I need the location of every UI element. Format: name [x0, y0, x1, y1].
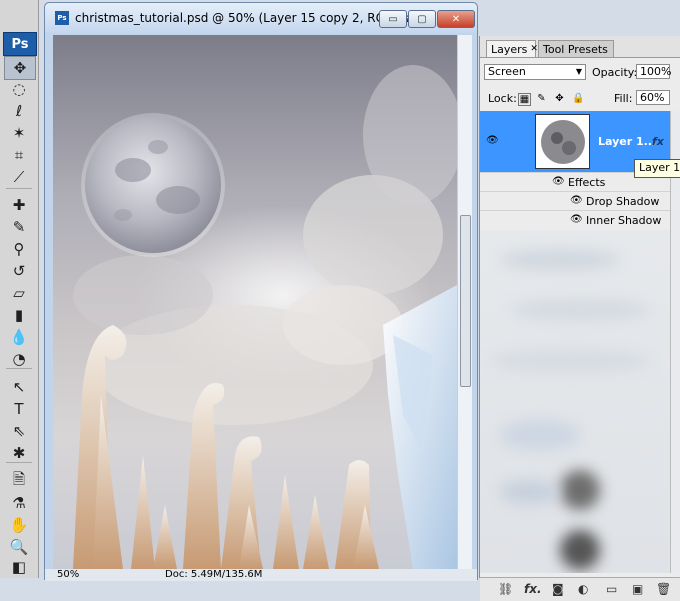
lasso-tool[interactable]: ℓ [4, 100, 34, 122]
document-info[interactable]: Doc: 5.49M/135.6M [165, 569, 262, 580]
add-mask-icon[interactable]: ◙ [552, 582, 564, 596]
blur-tool[interactable]: 💧 [4, 326, 34, 348]
close-icon[interactable]: ✕ [530, 44, 538, 54]
status-bar: 50% Doc: 5.49M/135.6M [45, 569, 477, 581]
notes-tool[interactable]: 🗎 [4, 470, 34, 492]
brush-tool[interactable]: ✎ [4, 216, 34, 238]
new-layer-icon[interactable]: ▣ [632, 582, 643, 596]
type-tool[interactable]: T [4, 398, 34, 420]
layers-panel-body: Screen ▼ Opacity: 100% Lock: ▦ ✎ ✥ 🔒 Fil… [480, 57, 680, 601]
clone-stamp-tool[interactable]: ⚲ [4, 238, 34, 260]
layers-panel: Layers ✕ Tool Presets Screen ▼ Opacity: … [479, 36, 680, 601]
gradient-tool[interactable]: ▮ [4, 304, 34, 326]
dodge-tool[interactable]: ◔ [4, 348, 34, 370]
crop-tool[interactable]: ⌗ [4, 144, 34, 166]
vertical-scrollbar[interactable] [457, 35, 472, 569]
effect-label: Drop Shadow [586, 195, 660, 208]
image-canvas[interactable] [53, 35, 457, 569]
trash-icon[interactable]: 🗑 [656, 582, 671, 596]
layer-tooltip: Layer 15 [634, 159, 680, 178]
blend-mode-select[interactable]: Screen ▼ [484, 64, 586, 80]
tab-layers[interactable]: Layers ✕ [486, 40, 538, 57]
add-style-icon[interactable]: fx. [524, 582, 542, 596]
layer-thumbnail[interactable] [535, 114, 590, 169]
zoom-tool[interactable]: 🔍 [4, 536, 34, 558]
lock-label: Lock: [488, 92, 517, 105]
shape-tool[interactable]: ✱ [4, 442, 34, 464]
close-button[interactable]: ✕ [437, 10, 475, 28]
blurred-layers-list [480, 230, 680, 573]
tab-tool-presets[interactable]: Tool Presets [538, 40, 614, 57]
link-layers-icon[interactable]: ⛓ [498, 582, 513, 596]
healing-brush-tool[interactable]: ✚ [4, 194, 34, 216]
photoshop-logo[interactable]: Ps [3, 32, 37, 56]
adjustment-layer-icon[interactable]: ◐ [578, 582, 588, 596]
effect-row-drop-shadow[interactable]: 👁 Drop Shadow [480, 191, 670, 211]
document-window: Ps christmas_tutorial.psd @ 50% (Layer 1… [44, 2, 478, 581]
direct-selection-tool[interactable]: ⇖ [4, 420, 34, 442]
chevron-down-icon: ▼ [575, 67, 582, 76]
effect-row-inner-shadow[interactable]: 👁 Inner Shadow [480, 210, 670, 230]
eye-icon[interactable]: 👁 [552, 176, 565, 187]
layer-name[interactable]: Layer 1... [598, 135, 656, 148]
lock-pixels-icon[interactable]: ✎ [536, 93, 547, 104]
blend-mode-value: Screen [488, 65, 526, 78]
fill-field[interactable]: 60% [636, 90, 670, 105]
lock-transparency-icon[interactable]: ▦ [518, 93, 531, 106]
panel-scrollbar[interactable] [670, 111, 680, 573]
new-group-icon[interactable]: ▭ [606, 582, 617, 596]
tab-label: Layers [491, 42, 528, 56]
eye-icon[interactable]: 👁 [570, 195, 583, 206]
tool-separator [6, 188, 32, 189]
eyedropper-tool[interactable]: ⚗ [4, 492, 34, 514]
scrollbar-thumb[interactable] [460, 215, 471, 387]
slice-tool[interactable]: ⟋ [4, 166, 34, 188]
moon-thumbnail-icon [540, 119, 585, 164]
eraser-tool[interactable]: ▱ [4, 282, 34, 304]
opacity-field[interactable]: 100% [636, 64, 671, 79]
document-title-bar[interactable]: Ps christmas_tutorial.psd @ 50% (Layer 1… [45, 3, 477, 33]
moon [85, 117, 221, 253]
lock-all-icon[interactable]: 🔒 [572, 93, 584, 104]
artwork [73, 65, 457, 569]
move-tool[interactable]: ✥ [4, 56, 36, 80]
tool-separator [6, 462, 32, 463]
lock-position-icon[interactable]: ✥ [554, 93, 565, 104]
effect-label: Inner Shadow [586, 214, 662, 227]
path-selection-tool[interactable]: ↖ [4, 376, 34, 398]
marquee-tool[interactable]: ◌ [4, 78, 34, 100]
fill-label: Fill: [614, 92, 633, 105]
hand-tool[interactable]: ✋ [4, 514, 34, 536]
fx-icon[interactable]: fx [652, 135, 664, 148]
photoshop-document-icon: Ps [55, 11, 69, 25]
document-title: christmas_tutorial.psd @ 50% (Layer 15 c… [75, 11, 420, 25]
color-swatch[interactable]: ◧ [4, 556, 34, 578]
history-brush-tool[interactable]: ↺ [4, 260, 34, 282]
effects-label: Effects [568, 176, 606, 189]
maximize-button[interactable]: ▢ [408, 10, 436, 28]
tool-separator [6, 368, 32, 369]
layers-panel-footer: ⛓ fx. ◙ ◐ ▭ ▣ 🗑 [480, 577, 680, 601]
minimize-button[interactable]: ▭ [379, 10, 407, 28]
eye-icon[interactable]: 👁 [486, 135, 499, 146]
eye-icon[interactable]: 👁 [570, 214, 583, 225]
zoom-level[interactable]: 50% [57, 569, 79, 580]
magic-wand-tool[interactable]: ✶ [4, 122, 34, 144]
opacity-label: Opacity: [592, 66, 638, 79]
tools-panel: Ps ✥ ◌ ℓ ✶ ⌗ ⟋ ✚ ✎ ⚲ ↺ ▱ ▮ 💧 ◔ ↖ T ⇖ ✱ 🗎 ⚗ ✋ 🔍 ◧ [0, 0, 39, 578]
